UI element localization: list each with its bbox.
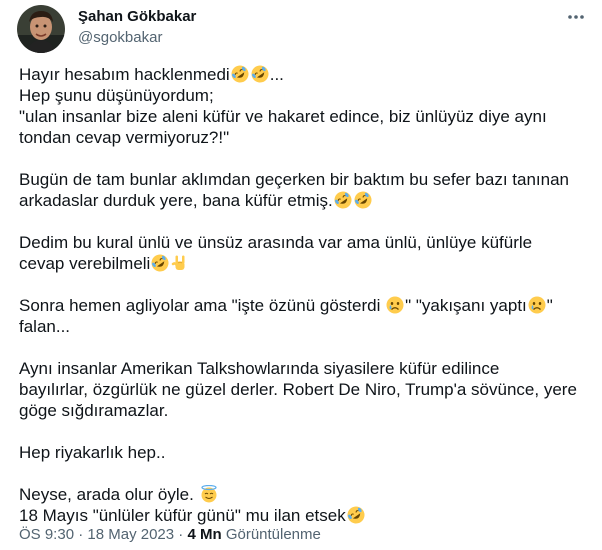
rolling-on-floor-laughing-emoji-icon	[151, 254, 169, 272]
author-handle[interactable]: @sgokbakar	[78, 29, 196, 47]
author-block[interactable]: Şahan Gökbakar @sgokbakar	[78, 8, 196, 47]
separator: ·	[74, 526, 88, 543]
text-line: arkadaslar durduk yere, bana küfür etmiş…	[19, 191, 333, 210]
paragraph-3: Dedim bu kural ünlü ve ünsüz arasında va…	[19, 232, 589, 274]
text-fragment: Sonra hemen agliyolar ama "işte özünü gö…	[19, 296, 386, 315]
text-fragment: Neyse, arada olur öyle.	[19, 485, 199, 504]
paragraph-5: Aynı insanlar Amerikan Talkshowlarında s…	[19, 358, 589, 421]
views-count: 4 Mn	[187, 526, 222, 543]
text-line: "ulan insanlar bize aleni küfür ve hakar…	[19, 107, 547, 126]
tweet-meta: ÖS 9:30 · 18 May 2023 · 4 Mn Görüntülenm…	[19, 526, 321, 544]
rolling-on-floor-laughing-emoji-icon	[347, 506, 365, 524]
text-line: Bugün de tam bunlar aklımdan geçerken bi…	[19, 170, 569, 189]
crying-face-emoji-icon	[386, 296, 404, 314]
separator: ·	[174, 526, 188, 543]
tweet-text: Hayır hesabım hacklenmedi... Hep şunu dü…	[19, 64, 589, 547]
paragraph-6: Hep riyakarlık hep..	[19, 442, 589, 463]
text-line: göge sığdıramazlar.	[19, 401, 169, 420]
rolling-on-floor-laughing-emoji-icon	[354, 191, 372, 209]
text-fragment: "	[546, 296, 553, 315]
rolling-on-floor-laughing-emoji-icon	[334, 191, 352, 209]
paragraph-4: Sonra hemen agliyolar ama "işte özünü gö…	[19, 295, 589, 337]
text-line: cevap verebilmeli	[19, 254, 151, 273]
text-line: bayılırlar, özgürlük ne güzel derler. Ro…	[19, 380, 577, 399]
paragraph-2: Bugün de tam bunlar aklımdan geçerken bi…	[19, 169, 589, 211]
author-name[interactable]: Şahan Gökbakar	[78, 8, 196, 26]
text-line: tondan cevap vermiyoruz?!"	[19, 128, 230, 147]
paragraph-7: Neyse, arada olur öyle. 18 Mayıs "ünlüle…	[19, 484, 589, 526]
text-fragment: " "yakışanı yaptı	[405, 296, 527, 315]
crying-face-emoji-icon	[528, 296, 546, 314]
text-line: 18 Mayıs "ünlüler küfür günü" mu ilan et…	[19, 506, 346, 525]
tweet-card: Şahan Gökbakar @sgokbakar Hayır hesabım …	[0, 0, 602, 550]
smiling-face-with-halo-emoji-icon	[200, 485, 217, 503]
text-fragment: ...	[269, 65, 284, 84]
paragraph-1: Hayır hesabım hacklenmedi... Hep şunu dü…	[19, 64, 589, 148]
rolling-on-floor-laughing-emoji-icon	[251, 65, 269, 83]
text-line: falan...	[19, 317, 71, 336]
tweet-date-link[interactable]: 18 May 2023	[87, 526, 174, 543]
avatar[interactable]	[17, 5, 65, 53]
sign-of-horns-emoji-icon	[172, 255, 185, 270]
text-line: Hayır hesabım hacklenmedi	[19, 65, 230, 84]
text-line: Dedim bu kural ünlü ve ünsüz arasında va…	[19, 233, 533, 252]
views-label: Görüntülenme	[225, 526, 321, 543]
more-icon[interactable]	[565, 8, 587, 26]
rolling-on-floor-laughing-emoji-icon	[231, 65, 249, 83]
text-line: Aynı insanlar Amerikan Talkshowlarında s…	[19, 359, 500, 378]
tweet-time-link[interactable]: ÖS 9:30	[19, 526, 74, 543]
text-line: Hep şunu düşünüyordum;	[19, 86, 214, 105]
text-line: Hep riyakarlık hep..	[19, 443, 166, 462]
